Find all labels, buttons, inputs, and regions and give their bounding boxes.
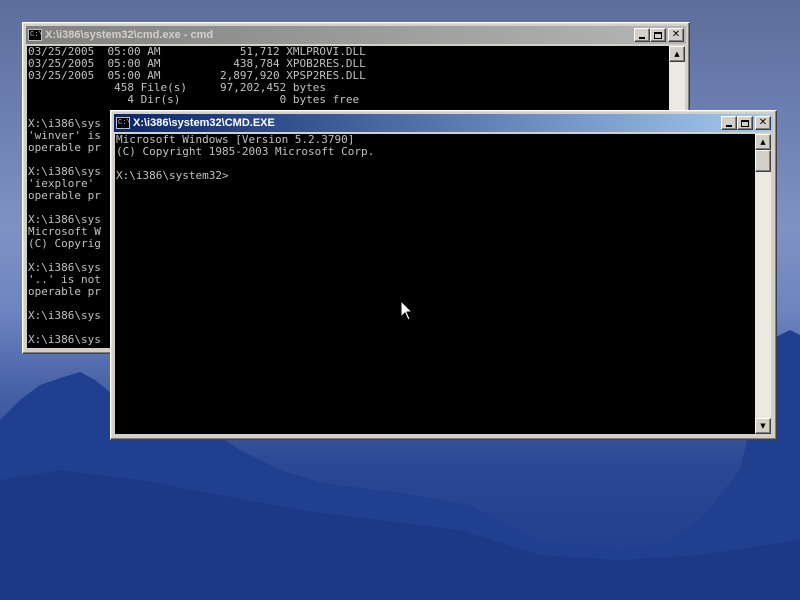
maximize-icon: [654, 31, 662, 39]
scroll-up-arrow-icon: ▲: [674, 50, 680, 58]
close-icon: ✕: [758, 117, 768, 128]
console-line: (C) Copyright 1985-2003 Microsoft Corp.: [116, 145, 375, 158]
maximize-button[interactable]: [737, 116, 753, 130]
close-button[interactable]: ✕: [668, 28, 684, 42]
scroll-up-button[interactable]: ▲: [669, 46, 685, 62]
scroll-up-arrow-icon: ▲: [760, 138, 766, 146]
cmd-system-icon[interactable]: C:\: [28, 29, 43, 41]
background-window-title: X:\i386\system32\cmd.exe - cmd: [45, 29, 214, 41]
minimize-icon: [639, 37, 645, 39]
maximize-icon: [741, 119, 749, 127]
active-window-titlebar[interactable]: C:\ X:\i386\system32\CMD.EXE ✕: [114, 114, 773, 132]
mouse-pointer-icon: [400, 300, 414, 321]
active-cmd-window[interactable]: C:\ X:\i386\system32\CMD.EXE ✕ Microsoft…: [110, 110, 777, 440]
close-icon: ✕: [671, 29, 681, 40]
cmd-system-icon[interactable]: C:\: [116, 117, 131, 129]
console-line: X:\i386\system32>: [116, 169, 229, 182]
scroll-thumb[interactable]: [755, 150, 771, 172]
background-window-titlebar[interactable]: C:\ X:\i386\system32\cmd.exe - cmd ✕: [26, 26, 686, 44]
minimize-icon: [726, 125, 732, 127]
scroll-down-button[interactable]: ▼: [755, 418, 771, 434]
close-button[interactable]: ✕: [755, 116, 771, 130]
maximize-button[interactable]: [650, 28, 666, 42]
minimize-button[interactable]: [721, 116, 737, 130]
active-console-output[interactable]: Microsoft Windows [Version 5.2.3790] (C) …: [115, 134, 755, 434]
minimize-button[interactable]: [634, 28, 650, 42]
console-line: 4 Dir(s) 0 bytes free: [28, 93, 360, 106]
scroll-down-arrow-icon: ▼: [760, 422, 766, 430]
scroll-up-button[interactable]: ▲: [755, 134, 771, 150]
active-window-title: X:\i386\system32\CMD.EXE: [133, 117, 275, 129]
active-vertical-scrollbar[interactable]: ▲ ▼: [755, 134, 771, 434]
